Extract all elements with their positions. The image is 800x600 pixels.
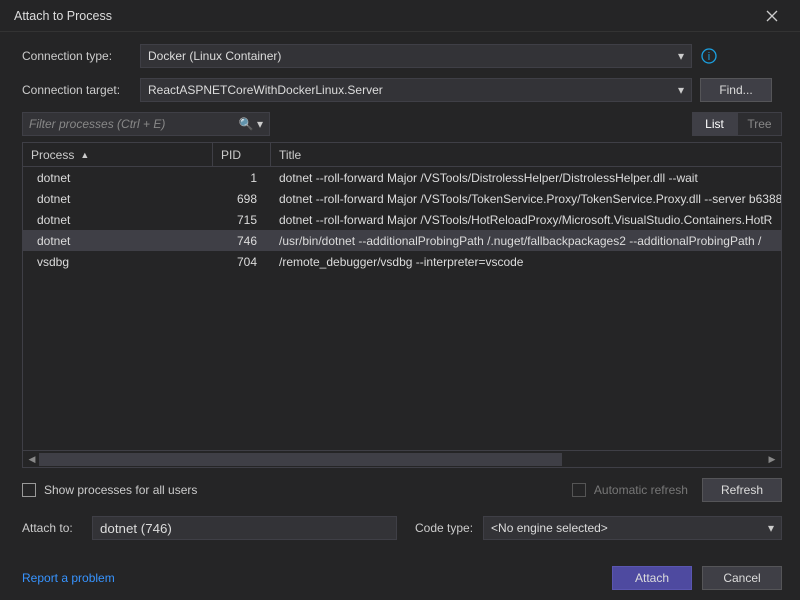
attach-to-process-dialog: Attach to Process Connection type: Docke…	[0, 0, 800, 600]
filter-placeholder: Filter processes (Ctrl + E)	[29, 117, 165, 131]
cell-title: dotnet --roll-forward Major /VSTools/Dis…	[271, 171, 781, 185]
cancel-button[interactable]: Cancel	[702, 566, 782, 590]
attach-config-row: Attach to: Code type: <No engine selecte…	[22, 516, 782, 540]
cell-title: /remote_debugger/vsdbg --interpreter=vsc…	[271, 255, 781, 269]
refresh-button[interactable]: Refresh	[702, 478, 782, 502]
table-header: Process ▲ PID Title	[23, 143, 781, 167]
options-row: Show processes for all users Automatic r…	[22, 478, 782, 502]
info-icon: i	[700, 47, 718, 65]
code-type-dropdown[interactable]: <No engine selected> ▾	[483, 516, 782, 540]
cell-pid: 746	[213, 234, 271, 248]
attach-button[interactable]: Attach	[612, 566, 692, 590]
show-all-users-checkbox[interactable]: Show processes for all users	[22, 483, 197, 497]
connection-target-label: Connection target:	[22, 83, 132, 97]
dialog-footer: Report a problem Attach Cancel	[22, 566, 782, 590]
connection-type-dropdown[interactable]: Docker (Linux Container) ▾	[140, 44, 692, 68]
dialog-title: Attach to Process	[14, 9, 112, 23]
table-row[interactable]: dotnet1dotnet --roll-forward Major /VSTo…	[23, 167, 781, 188]
scroll-left-icon[interactable]: ◀	[25, 454, 39, 465]
column-pid[interactable]: PID	[213, 143, 271, 166]
connection-target-dropdown[interactable]: ReactASPNETCoreWithDockerLinux.Server ▾	[140, 78, 692, 102]
cell-pid: 698	[213, 192, 271, 206]
cell-title: dotnet --roll-forward Major /VSTools/Tok…	[271, 192, 781, 206]
chevron-down-icon: ▾	[678, 83, 684, 97]
filter-row: Filter processes (Ctrl + E) 🔍 ▾ List Tre…	[22, 112, 782, 136]
horizontal-scrollbar[interactable]: ◀ ▶	[23, 450, 781, 467]
sort-asc-icon: ▲	[80, 150, 89, 160]
checkbox-box	[22, 483, 36, 497]
cell-process: dotnet	[23, 192, 213, 206]
connection-target-row: Connection target: ReactASPNETCoreWithDo…	[22, 78, 782, 102]
scroll-thumb[interactable]	[39, 453, 562, 466]
table-row[interactable]: vsdbg704/remote_debugger/vsdbg --interpr…	[23, 251, 781, 272]
connection-type-info-button[interactable]: i	[700, 47, 718, 65]
connection-type-row: Connection type: Docker (Linux Container…	[22, 44, 782, 68]
table-row[interactable]: dotnet715dotnet --roll-forward Major /VS…	[23, 209, 781, 230]
connection-type-label: Connection type:	[22, 49, 132, 63]
code-type-value: <No engine selected>	[491, 521, 608, 535]
find-button[interactable]: Find...	[700, 78, 772, 102]
checkbox-box	[572, 483, 586, 497]
titlebar: Attach to Process	[0, 0, 800, 32]
attach-to-label: Attach to:	[22, 521, 82, 535]
view-toggle: List Tree	[692, 112, 782, 136]
view-tree-button[interactable]: Tree	[737, 112, 782, 136]
automatic-refresh-checkbox[interactable]: Automatic refresh	[572, 483, 688, 497]
report-problem-link[interactable]: Report a problem	[22, 571, 115, 585]
filter-input[interactable]: Filter processes (Ctrl + E) 🔍 ▾	[22, 112, 270, 136]
scroll-track[interactable]	[39, 453, 765, 466]
attach-to-input[interactable]	[92, 516, 397, 540]
scroll-right-icon[interactable]: ▶	[765, 454, 779, 465]
cell-process: dotnet	[23, 171, 213, 185]
chevron-down-icon: ▾	[768, 521, 774, 535]
search-icon: 🔍 ▾	[239, 117, 263, 131]
chevron-down-icon: ▾	[678, 49, 684, 63]
cell-process: dotnet	[23, 234, 213, 248]
connection-target-value: ReactASPNETCoreWithDockerLinux.Server	[148, 83, 383, 97]
process-table: Process ▲ PID Title dotnet1dotnet --roll…	[22, 142, 782, 468]
column-process[interactable]: Process ▲	[23, 143, 213, 166]
svg-text:i: i	[708, 51, 710, 63]
code-type-label: Code type:	[415, 521, 473, 535]
cell-process: vsdbg	[23, 255, 213, 269]
table-row[interactable]: dotnet698dotnet --roll-forward Major /VS…	[23, 188, 781, 209]
cell-title: /usr/bin/dotnet --additionalProbingPath …	[271, 234, 781, 248]
cell-process: dotnet	[23, 213, 213, 227]
table-body: dotnet1dotnet --roll-forward Major /VSTo…	[23, 167, 781, 450]
connection-type-value: Docker (Linux Container)	[148, 49, 281, 63]
close-button[interactable]	[754, 3, 790, 29]
table-row[interactable]: dotnet746/usr/bin/dotnet --additionalPro…	[23, 230, 781, 251]
cell-pid: 704	[213, 255, 271, 269]
close-icon	[766, 10, 778, 22]
cell-pid: 715	[213, 213, 271, 227]
dialog-content: Connection type: Docker (Linux Container…	[0, 32, 800, 600]
column-title[interactable]: Title	[271, 143, 781, 166]
cell-title: dotnet --roll-forward Major /VSTools/Hot…	[271, 213, 781, 227]
view-list-button[interactable]: List	[692, 112, 737, 136]
cell-pid: 1	[213, 171, 271, 185]
